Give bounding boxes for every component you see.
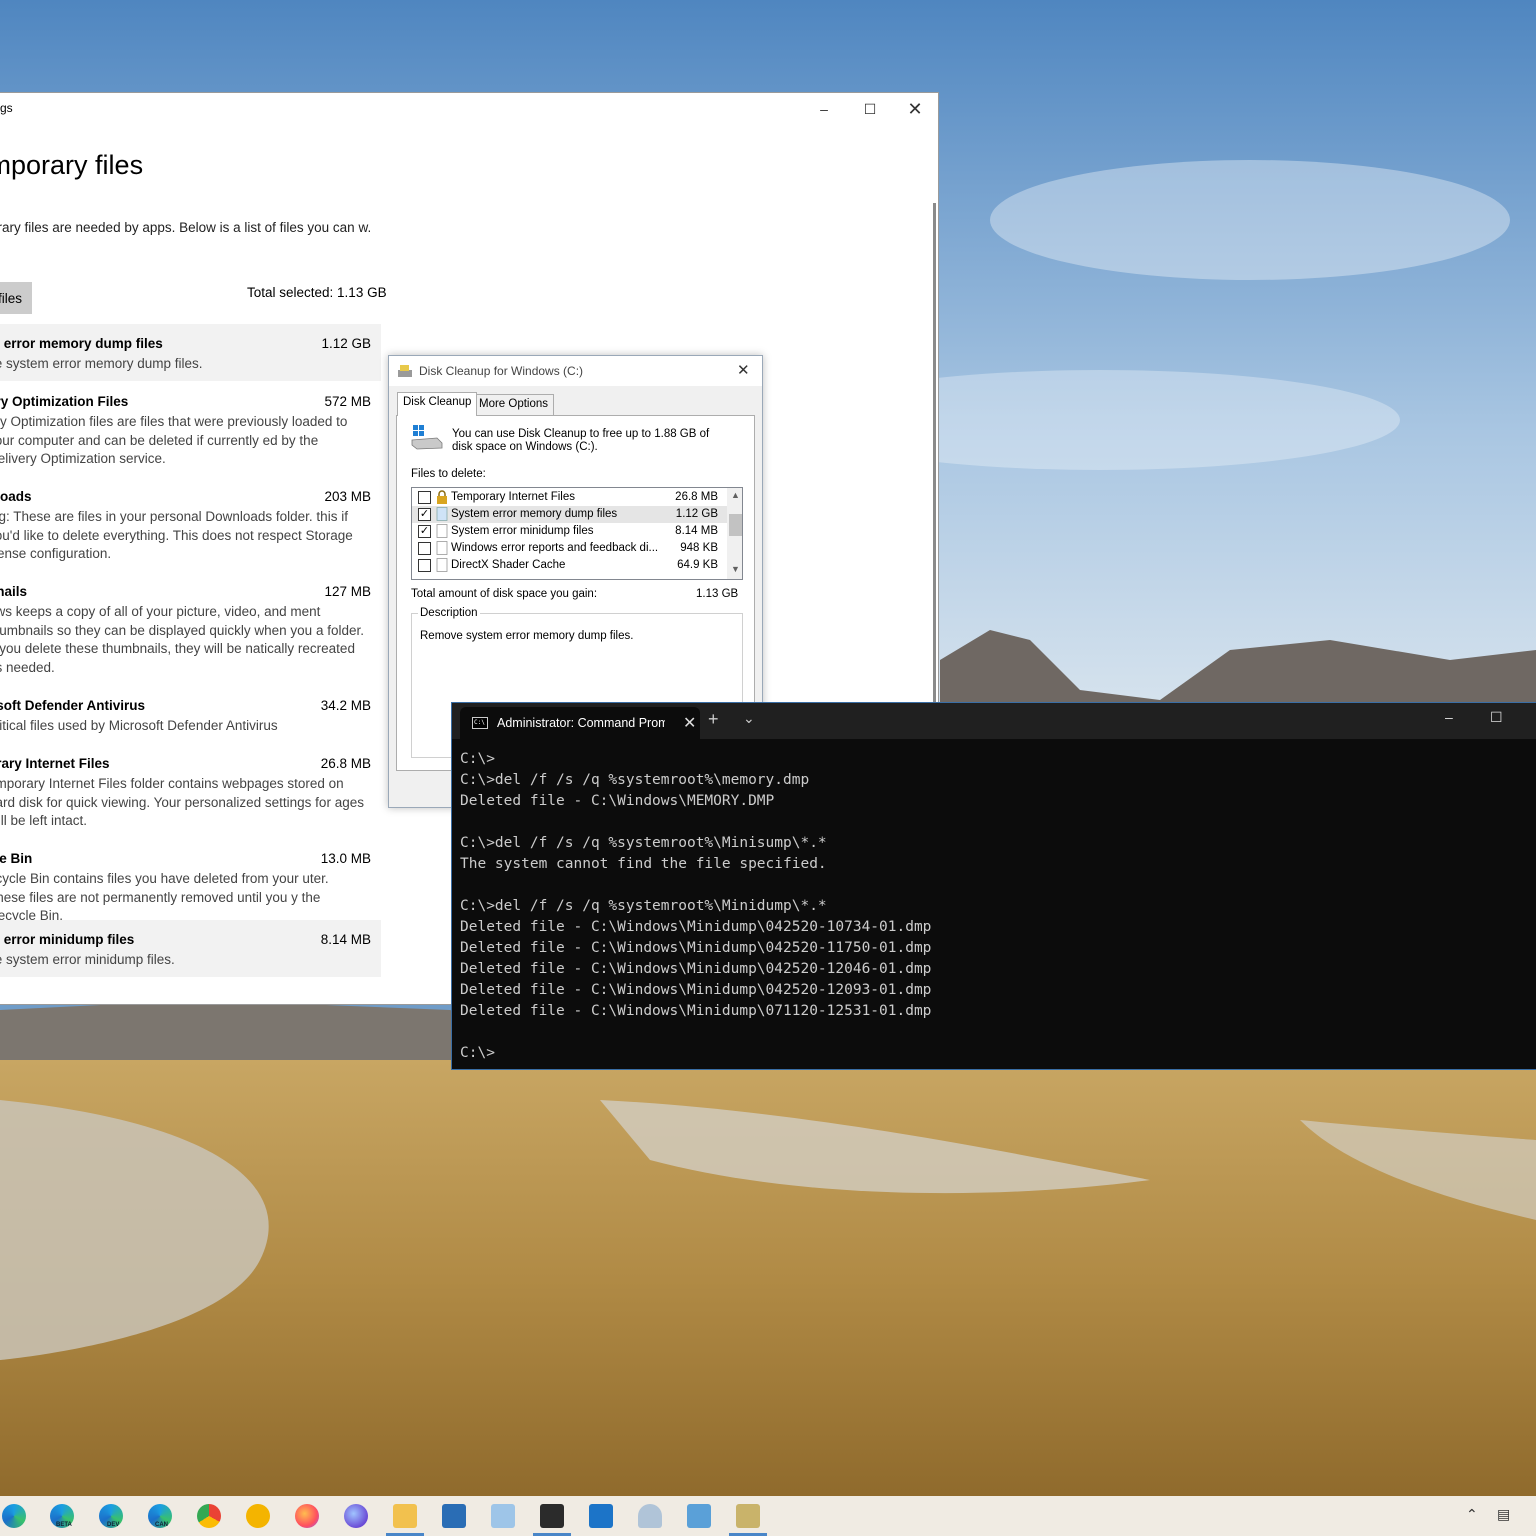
- console-line: The system cannot find the file specifie…: [460, 856, 827, 872]
- file-icon: [436, 507, 448, 521]
- maximize-button[interactable]: ☐: [1490, 709, 1503, 726]
- checkbox[interactable]: ✓: [418, 508, 431, 521]
- list-item[interactable]: ✓ System error minidump files 8.14 MB: [412, 523, 728, 540]
- page-title: Temporary files: [0, 150, 144, 180]
- lock-icon: [437, 490, 447, 504]
- console-line: Deleted file - C:\Windows\Minidump\04252…: [460, 919, 932, 935]
- scroll-down-icon[interactable]: ▼: [727, 564, 742, 574]
- console-line: C:\>del /f /s /q %systemroot%\Minidump\*…: [460, 898, 827, 914]
- list-item[interactable]: ✓ System error memory dump files 1.12 GB: [412, 506, 728, 523]
- canary-badge: CAN: [155, 1522, 168, 1528]
- list-item[interactable]: ery Optimization Files 572 MB ery Optimi…: [0, 381, 381, 476]
- dev-badge: DEV: [107, 1522, 120, 1528]
- notification-icon[interactable]: ▤: [1497, 1506, 1510, 1523]
- list-item[interactable]: bnails 127 MB ows keeps a copy of all of…: [0, 571, 381, 685]
- maximize-button[interactable]: ☐: [847, 93, 893, 125]
- console-line: C:\>del /f /s /q %systemroot%\Minisump\*…: [460, 835, 827, 851]
- terminal-tab[interactable]: C:\ Administrator: Command Prompt ✕: [460, 707, 700, 739]
- chevron-up-icon[interactable]: ⌃: [1466, 1506, 1478, 1523]
- list-item[interactable]: Windows error reports and feedback di...…: [412, 540, 728, 557]
- file-icon: [436, 558, 448, 572]
- minimize-button[interactable]: –: [801, 93, 847, 125]
- tab-close-icon[interactable]: ✕: [683, 713, 696, 733]
- tab-more-options[interactable]: More Options: [473, 394, 555, 416]
- console-line: C:\>: [460, 1045, 495, 1061]
- firefox-icon[interactable]: [295, 1504, 319, 1528]
- file-icon: [436, 541, 448, 555]
- close-button[interactable]: ✕: [892, 93, 938, 125]
- cmd-icon: C:\: [472, 717, 488, 729]
- tab-disk-cleanup[interactable]: Disk Cleanup: [397, 392, 478, 416]
- tab-title: Administrator: Command Prompt: [497, 716, 665, 730]
- intro-text: orary files are needed by apps. Below is…: [0, 220, 372, 235]
- files-list-scrollbar[interactable]: ▲ ▼: [727, 488, 742, 579]
- settings-window-title: gs: [0, 101, 13, 115]
- taskbar: BETA DEV CAN ⌃ ▤: [0, 1496, 1536, 1536]
- console-line: Deleted file - C:\Windows\Minidump\04252…: [460, 961, 932, 977]
- chrome-icon[interactable]: [197, 1504, 221, 1528]
- list-item[interactable]: cle Bin 13.0 MB ecycle Bin contains file…: [0, 838, 381, 923]
- dialog-titlebar[interactable]: Disk Cleanup for Windows (C:) ✕: [389, 356, 762, 386]
- list-item[interactable]: m error minidump files 8.14 MB ve system…: [0, 920, 381, 977]
- console-line: Deleted file - C:\Windows\Minidump\04252…: [460, 982, 932, 998]
- scroll-up-icon[interactable]: ▲: [727, 490, 742, 500]
- total-selected: Total selected: 1.13 GB: [247, 285, 387, 300]
- scroll-thumb[interactable]: [729, 514, 742, 536]
- checkbox[interactable]: [418, 559, 431, 572]
- minimize-button[interactable]: –: [1445, 709, 1453, 725]
- console-output[interactable]: C:\> C:\>del /f /s /q %systemroot%\memory…: [460, 749, 931, 1064]
- firefox-nightly-icon[interactable]: [344, 1504, 368, 1528]
- powershell-icon[interactable]: [442, 1504, 466, 1528]
- description-text: Remove system error memory dump files.: [420, 630, 634, 642]
- files-to-delete-list: Temporary Internet Files 26.8 MB ✓ Syste…: [411, 487, 743, 580]
- console-line: C:\>: [460, 751, 495, 767]
- chevron-down-icon[interactable]: ⌄: [743, 710, 755, 727]
- photos-icon[interactable]: [589, 1504, 613, 1528]
- description-label: Description: [418, 607, 480, 619]
- terminal-tabbar[interactable]: C:\ Administrator: Command Prompt ✕ + ⌄ …: [452, 703, 1536, 739]
- list-item[interactable]: m error memory dump files 1.12 GB ve sys…: [0, 324, 381, 381]
- drive-icon: [411, 425, 443, 450]
- console-line: C:\>del /f /s /q %systemroot%\memory.dmp: [460, 772, 810, 788]
- file-explorer-icon[interactable]: [393, 1504, 417, 1528]
- beta-badge: BETA: [56, 1522, 72, 1528]
- temp-files-list: m error memory dump files 1.12 GB ve sys…: [0, 324, 381, 977]
- dialog-close-button[interactable]: ✕: [737, 361, 750, 379]
- total-gain-label: Total amount of disk space you gain:: [411, 588, 598, 600]
- control-panel-icon[interactable]: [687, 1504, 711, 1528]
- checkbox[interactable]: ✓: [418, 525, 431, 538]
- terminal-icon[interactable]: [540, 1504, 564, 1528]
- notepad-icon[interactable]: [491, 1504, 515, 1528]
- list-item[interactable]: osoft Defender Antivirus 34.2 MB critica…: [0, 685, 381, 743]
- list-item[interactable]: nloads 203 MB ing: These are files in yo…: [0, 476, 381, 571]
- list-item[interactable]: orary Internet Files 26.8 MB emporary In…: [0, 743, 381, 838]
- checkbox[interactable]: [418, 491, 431, 504]
- total-gain-value: 1.13 GB: [696, 588, 739, 600]
- files-to-delete-label: Files to delete:: [411, 468, 486, 480]
- dialog-title: Disk Cleanup for Windows (C:): [419, 364, 584, 378]
- disk-cleanup-info: You can use Disk Cleanup to free up to 1…: [452, 428, 710, 453]
- disk-icon[interactable]: [638, 1504, 662, 1528]
- chrome-canary-icon[interactable]: [246, 1504, 270, 1528]
- disk-cleanup-icon: [398, 365, 412, 377]
- command-prompt-window: C:\ Administrator: Command Prompt ✕ + ⌄ …: [451, 702, 1536, 1070]
- new-tab-icon[interactable]: +: [708, 709, 719, 730]
- list-item[interactable]: DirectX Shader Cache 64.9 KB: [412, 557, 728, 574]
- checkbox[interactable]: [418, 542, 431, 555]
- console-line: Deleted file - C:\Windows\Minidump\04252…: [460, 940, 932, 956]
- edge-icon[interactable]: [2, 1504, 26, 1528]
- disk-cleanup-icon[interactable]: [736, 1504, 760, 1528]
- list-item[interactable]: Temporary Internet Files 26.8 MB: [412, 489, 728, 506]
- remove-files-button[interactable]: files: [0, 282, 32, 314]
- console-line: Deleted file - C:\Windows\MEMORY.DMP: [460, 793, 775, 809]
- console-line: Deleted file - C:\Windows\Minidump\07112…: [460, 1003, 932, 1019]
- file-icon: [436, 524, 448, 538]
